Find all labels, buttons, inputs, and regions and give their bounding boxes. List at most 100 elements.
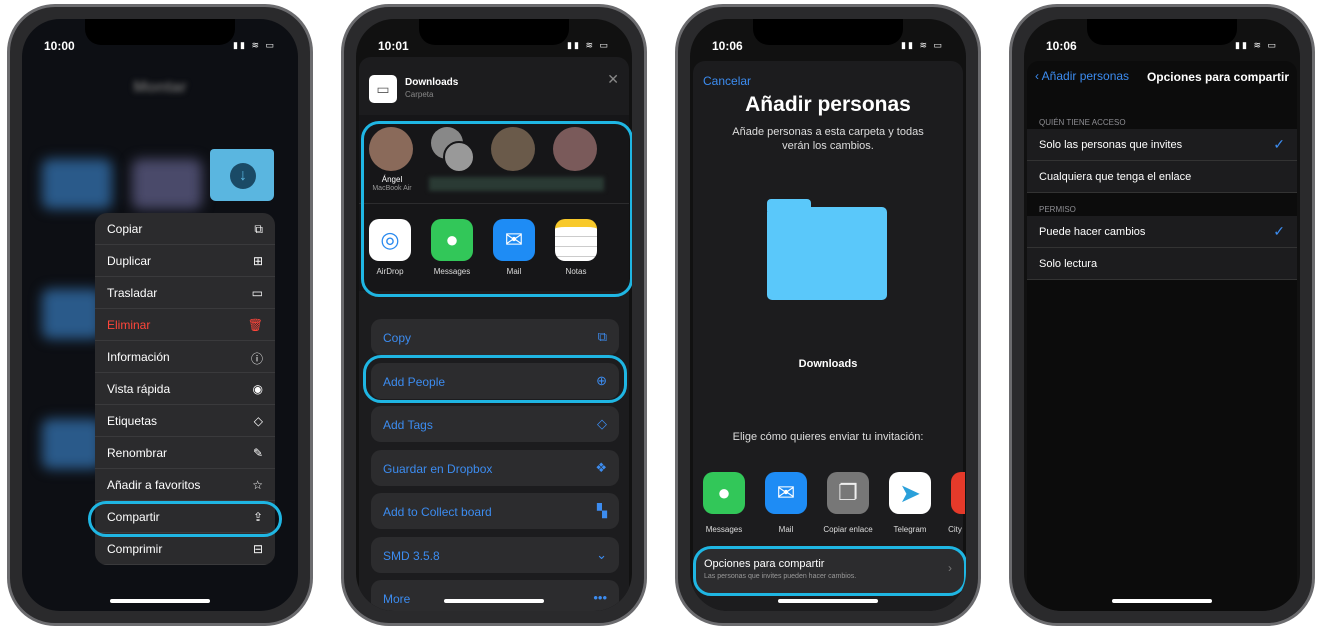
app-label: City — [948, 525, 962, 534]
menu-item-etiquetas[interactable]: Etiquetas ◇ — [95, 405, 275, 437]
highlight-ring — [363, 355, 627, 403]
edit-icon: ✎ — [252, 446, 263, 460]
status-time: 10:00 — [44, 39, 75, 53]
menu-item-label: Añadir a favoritos — [107, 478, 201, 492]
blurred-item — [42, 159, 112, 209]
menu-item-información[interactable]: Información ⓘ — [95, 341, 275, 373]
menu-item-label: Copiar — [107, 222, 143, 236]
option-label: Solo lectura — [1039, 258, 1098, 270]
action-add-tags[interactable]: Add Tags ◇ — [371, 406, 619, 442]
sheet-subtitle: Carpeta — [405, 90, 434, 99]
action-label: Guardar en Dropbox — [383, 461, 493, 476]
menu-item-trasladar[interactable]: Trasladar ▭ — [95, 277, 275, 309]
status-time: 10:06 — [712, 39, 743, 53]
status-icons: ▮▮ ≋ ▭ — [567, 40, 610, 50]
status-icons: ▮▮ ≋ ▭ — [1235, 40, 1278, 50]
status-time: 10:01 — [378, 39, 409, 53]
menu-item-label: Información — [107, 350, 170, 364]
phone-2: 10:01 ▮▮ ≋ ▭ ▭ Downloads Carpeta ✕ Ángel… — [341, 4, 647, 626]
eye-icon: ◉ — [252, 382, 263, 396]
city-app-icon[interactable] — [951, 472, 965, 514]
tag-icon: ◇ — [253, 414, 263, 428]
home-indicator — [778, 599, 878, 603]
action-more[interactable]: More ••• — [371, 580, 619, 611]
folder-icon — [767, 199, 887, 300]
action-label: SMD 3.5.8 — [383, 548, 440, 563]
blurred-item — [42, 289, 102, 339]
app-label: Telegram — [893, 525, 927, 534]
folder-icon[interactable]: ↓ — [210, 149, 274, 201]
option-row[interactable]: Solo las personas que invites ✓ — [1027, 129, 1297, 161]
page-title: Opciones para compartir — [1146, 70, 1289, 84]
mail-icon[interactable]: ✉ — [765, 472, 807, 514]
phone-3: 10:06 ▮▮ ≋ ▭ Cancelar Añadir personas Añ… — [675, 4, 981, 626]
invite-prompt: Elige cómo quieres enviar tu invitación: — [732, 431, 924, 443]
action-label: Copy — [383, 331, 412, 345]
cancel-button[interactable]: Cancelar — [703, 74, 751, 88]
menu-item-label: Eliminar — [107, 318, 151, 332]
blurred-item — [132, 159, 202, 209]
option-row[interactable]: Cualquiera que tenga el enlace — [1027, 161, 1297, 193]
blurred-item — [42, 419, 102, 469]
menu-item-label: Trasladar — [107, 286, 158, 300]
access-list: Solo las personas que invites ✓ Cualquiera… — [1027, 129, 1297, 193]
highlight-ring — [88, 501, 282, 537]
messages-icon[interactable]: ● — [703, 472, 745, 514]
copy-link-icon[interactable]: ❐ — [827, 472, 869, 514]
notch — [85, 19, 235, 45]
menu-item-vista-rápida[interactable]: Vista rápida ◉ — [95, 373, 275, 405]
action-smd-3-5-8[interactable]: SMD 3.5.8 ⌄ — [371, 536, 619, 573]
back-label: Añadir personas — [1041, 69, 1130, 83]
menu-item-label: Etiquetas — [107, 414, 158, 428]
option-label: Cualquiera que tenga el enlace — [1039, 171, 1192, 183]
home-indicator — [444, 599, 544, 603]
chevron-left-icon: ‹ — [1035, 69, 1042, 83]
phone-4: 10:06 ▮▮ ≋ ▭ ‹ Añadir personas Opciones … — [1009, 4, 1315, 626]
notch — [1087, 19, 1237, 45]
status-icons: ▮▮ ≋ ▭ — [233, 40, 276, 50]
phone-1: 10:00 ▮▮ ≋ ▭ Montar ↓ Copiar ⧉ Duplicar ⊞ Tr… — [7, 4, 313, 626]
action-guardar-en-dropbox[interactable]: Guardar en Dropbox ❖ — [371, 449, 619, 486]
trash-icon: 🗑 — [247, 318, 263, 332]
menu-item-comprimir[interactable]: Comprimir ⊟ — [95, 533, 275, 565]
telegram-icon[interactable]: ➤ — [889, 472, 931, 514]
action-add-to-collect-board[interactable]: Add to Collect board ▚ — [371, 493, 619, 529]
highlight-ring — [361, 121, 632, 297]
menu-item-duplicar[interactable]: Duplicar ⊞ — [95, 245, 275, 277]
checkmark-icon: ✓ — [1273, 136, 1285, 152]
action-icon: ◇ — [597, 416, 607, 431]
action-icon: ▚ — [597, 503, 607, 518]
action-label: More — [383, 592, 411, 606]
notch — [419, 19, 569, 45]
page-title: Añadir personas — [745, 93, 911, 116]
menu-item-eliminar[interactable]: Eliminar 🗑 — [95, 309, 275, 341]
close-button[interactable]: ✕ — [607, 71, 619, 88]
info-icon: ⓘ — [250, 352, 263, 366]
back-button[interactable]: ‹ Añadir personas — [1035, 69, 1129, 83]
star-icon: ☆ — [252, 478, 263, 492]
section-header: PERMISO — [1039, 205, 1076, 214]
highlight-ring — [693, 546, 966, 596]
menu-item-renombrar[interactable]: Renombrar ✎ — [95, 437, 275, 469]
home-indicator — [110, 599, 210, 603]
copy-icon: ⧉ — [254, 222, 263, 236]
action-icon: ••• — [593, 590, 607, 605]
menu-item-copiar[interactable]: Copiar ⧉ — [95, 213, 275, 245]
options-sheet: ‹ Añadir personas Opciones para comparti… — [1027, 61, 1297, 611]
action-copy[interactable]: Copy ⧉ — [371, 319, 619, 355]
action-icon: ⌄ — [596, 546, 607, 562]
option-label: Solo las personas que invites — [1039, 139, 1183, 151]
option-row[interactable]: Puede hacer cambios ✓ — [1027, 216, 1297, 248]
download-icon: ↓ — [230, 163, 256, 189]
action-label: Add to Collect board — [383, 505, 492, 519]
home-indicator — [1112, 599, 1212, 603]
duplicate-icon: ⊞ — [252, 254, 263, 268]
section-header: QUIÉN TIENE ACCESO — [1039, 118, 1126, 127]
option-row[interactable]: Solo lectura — [1027, 248, 1297, 280]
menu-item-label: Comprimir — [107, 542, 163, 556]
permission-list: Puede hacer cambios ✓ Solo lectura — [1027, 216, 1297, 280]
menu-item-añadir-a-favoritos[interactable]: Añadir a favoritos ☆ — [95, 469, 275, 501]
option-label: Puede hacer cambios — [1039, 226, 1146, 238]
folder-thumbnail-icon: ▭ — [369, 75, 397, 103]
folder-name: Downloads — [798, 358, 858, 370]
